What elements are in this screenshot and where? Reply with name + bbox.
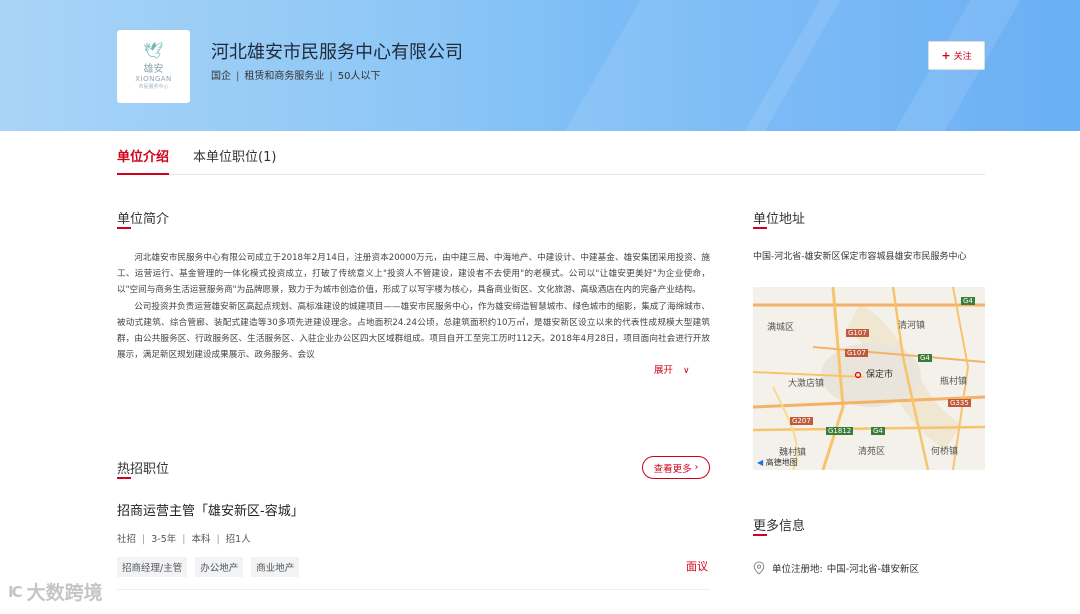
road-badge: G107 — [845, 349, 868, 357]
address-title-underline — [753, 227, 767, 229]
intro-paragraph: 公司投资并负责运营雄安新区高起点规划、高标准建设的城建项目——雄安市民服务中心，… — [117, 301, 710, 361]
intro-title-underline — [117, 227, 131, 229]
expand-label: 展开 — [654, 365, 674, 376]
logo-text-sub: 市民服务中心 — [138, 83, 169, 90]
more-info-underline — [753, 534, 767, 536]
job-headcount: 招1人 — [225, 534, 251, 545]
registered-label: 单位注册地: — [772, 564, 823, 575]
logo-text-en: XIONGAN — [135, 74, 172, 83]
hot-jobs-underline — [117, 477, 131, 479]
follow-button[interactable]: + 关注 — [928, 41, 985, 70]
job-tag: 办公地产 — [195, 557, 244, 577]
plus-icon: + — [941, 49, 951, 62]
hot-jobs-title: 热招职位 — [117, 462, 170, 477]
job-divider — [117, 589, 710, 590]
road-badge: G4 — [918, 354, 932, 362]
company-industry: 租赁和商务服务业 — [244, 71, 325, 82]
road-badge: G107 — [846, 329, 869, 337]
map-brand-icon: ◀ — [757, 458, 764, 467]
chevron-right-icon: › — [694, 462, 699, 473]
follow-label: 关注 — [953, 52, 972, 62]
intro-title: 单位简介 — [117, 212, 170, 227]
expand-button[interactable]: 展开 ∨ — [654, 362, 694, 376]
view-more-button[interactable]: 查看更多 › — [642, 456, 710, 479]
logo-text-cn: 雄安 — [143, 63, 164, 75]
company-tabs: 单位介绍 本单位职位(1) — [117, 131, 985, 175]
view-more-label: 查看更多 — [653, 463, 692, 475]
map-label: 何桥镇 — [931, 447, 959, 457]
registered-location-row: 单位注册地: 中国-河北省-雄安新区 — [753, 561, 919, 575]
road-badge: G4 — [961, 297, 975, 305]
watermark-text: 大数跨境 — [26, 582, 103, 604]
road-badge: G207 — [790, 417, 813, 425]
intro-fade — [600, 361, 652, 379]
map-brand: ◀ 高德地图 — [757, 457, 798, 468]
job-tag: 商业地产 — [251, 557, 300, 577]
map-label: 保定市 — [866, 370, 894, 380]
map-label: 大激店镇 — [788, 379, 825, 389]
more-info-title: 更多信息 — [753, 519, 806, 534]
company-type: 国企 — [211, 71, 231, 82]
address-title: 单位地址 — [753, 212, 806, 227]
job-experience: 3-5年 — [151, 534, 177, 545]
company-name: 河北雄安市民服务中心有限公司 — [211, 42, 463, 63]
map-label: 瓶村镇 — [940, 377, 968, 387]
company-address: 中国-河北省-雄安新区保定市容城县雄安市民服务中心 — [753, 252, 967, 262]
job-salary: 面议 — [686, 560, 708, 573]
tab-company-jobs[interactable]: 本单位职位(1) — [193, 146, 276, 175]
job-title[interactable]: 招商运营主管「雄安新区-容城」 — [117, 500, 304, 519]
swallow-icon: 🕊 — [143, 40, 164, 60]
tab-company-intro[interactable]: 单位介绍 — [117, 146, 170, 175]
road-badge: G4 — [871, 427, 885, 435]
map-label: 满城区 — [767, 323, 795, 333]
job-meta: 社招 | 3-5年 | 本科 | 招1人 — [117, 534, 251, 545]
road-badge: G1812 — [826, 427, 854, 435]
company-logo: 🕊 雄安 XIONGAN 市民服务中心 — [117, 30, 190, 103]
watermark-icon: IC — [8, 582, 23, 601]
company-size: 50人以下 — [337, 71, 381, 82]
location-map[interactable]: 满城区 清河镇 保定市 大激店镇 瓶村镇 魏村镇 清苑区 何桥镇 G4 G107… — [753, 287, 985, 470]
location-pin-icon — [753, 561, 765, 575]
watermark: IC 大数跨境 — [8, 578, 103, 605]
company-banner: 🕊 雄安 XIONGAN 市民服务中心 河北雄安市民服务中心有限公司 国企 | 租赁… — [0, 0, 1080, 131]
registered-value: 中国-河北省-雄安新区 — [826, 564, 920, 575]
map-label: 清苑区 — [858, 447, 886, 457]
job-recruit-type: 社招 — [117, 534, 137, 545]
company-meta: 国企 | 租赁和商务服务业 | 50人以下 — [211, 71, 381, 82]
intro-paragraph: 河北雄安市民服务中心有限公司成立于2018年2月14日，注册资本20000万元，… — [117, 253, 710, 296]
chevron-down-icon: ∨ — [683, 366, 690, 376]
map-label: 清河镇 — [898, 321, 926, 331]
map-brand-label: 高德地图 — [765, 458, 798, 467]
job-tags: 招商经理/主管 办公地产 商业地产 — [117, 557, 300, 577]
job-tag: 招商经理/主管 — [117, 557, 188, 577]
road-badge: G335 — [948, 399, 971, 407]
job-education: 本科 — [191, 534, 211, 545]
